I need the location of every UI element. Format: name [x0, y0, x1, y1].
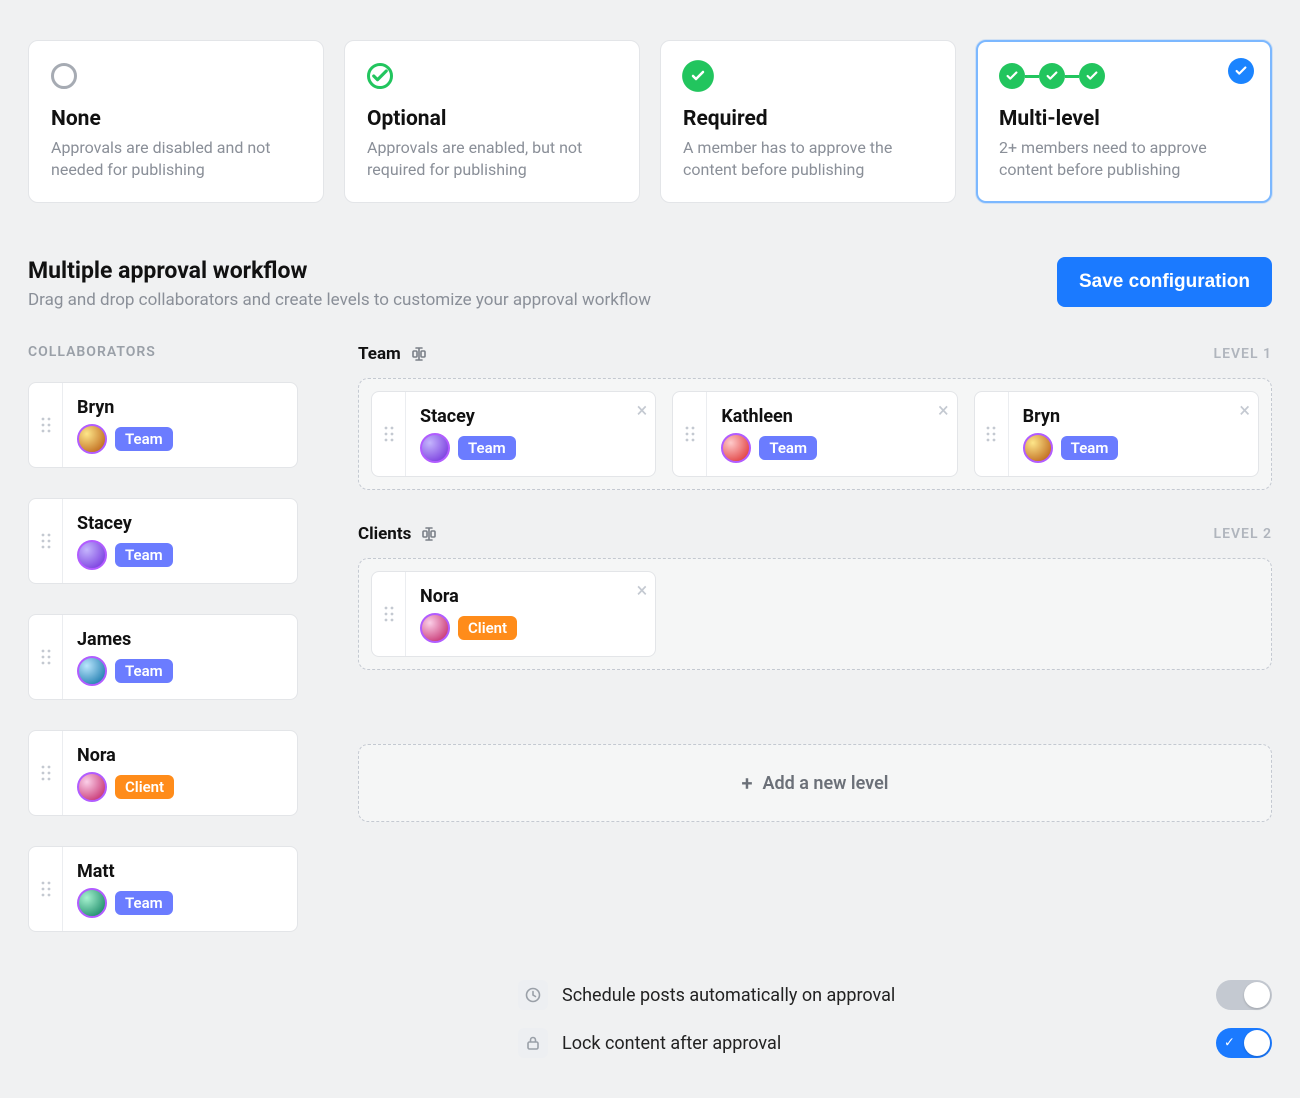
collaborator-name: Nora	[420, 586, 641, 607]
option-required[interactable]: Required A member has to approve the con…	[660, 40, 956, 203]
drag-handle-icon[interactable]	[29, 615, 63, 699]
option-optional[interactable]: Optional Approvals are enabled, but not …	[344, 40, 640, 203]
multi-check-icon	[999, 63, 1105, 89]
avatar	[77, 540, 107, 570]
collaborator-name: Stacey	[77, 513, 283, 534]
selected-check-icon	[1228, 58, 1254, 84]
close-icon[interactable]: ×	[938, 400, 949, 420]
save-button[interactable]: Save configuration	[1057, 257, 1272, 307]
drag-handle-icon[interactable]	[29, 383, 63, 467]
option-title: Required	[683, 107, 933, 131]
drag-handle-icon[interactable]	[29, 499, 63, 583]
level-tag: LEVEL 1	[1214, 346, 1273, 362]
option-title: None	[51, 107, 301, 131]
drag-handle-icon[interactable]	[372, 572, 406, 656]
collaborator-name: Nora	[77, 745, 283, 766]
collaborator-card[interactable]: James Team	[28, 614, 298, 700]
collaborator-name: Stacey	[420, 406, 641, 427]
collaborator-card[interactable]: ×Bryn Team	[974, 391, 1259, 477]
check-circle-icon	[367, 63, 393, 89]
switch-schedule[interactable]: ✕	[1216, 980, 1272, 1010]
collaborator-card[interactable]: ×Stacey Team	[371, 391, 656, 477]
level-dropzone[interactable]: ×Nora Client	[358, 558, 1272, 670]
collaborators-heading: COLLABORATORS	[28, 344, 298, 360]
collaborator-name: Kathleen	[721, 406, 942, 427]
option-none[interactable]: None Approvals are disabled and not need…	[28, 40, 324, 203]
close-icon[interactable]: ×	[637, 580, 648, 600]
close-icon[interactable]: ×	[1239, 400, 1250, 420]
option-desc: 2+ members need to approve content befor…	[999, 137, 1249, 180]
drag-handle-icon[interactable]	[975, 392, 1009, 476]
add-level-button[interactable]: + Add a new level	[358, 744, 1272, 822]
collaborator-card[interactable]: Stacey Team	[28, 498, 298, 584]
toggle-label: Schedule posts automatically on approval	[562, 985, 1216, 1006]
role-tag: Team	[115, 543, 173, 567]
option-title: Optional	[367, 107, 617, 131]
drag-handle-icon[interactable]	[29, 731, 63, 815]
level: Clients LEVEL 2 ×Nora Client	[358, 524, 1272, 670]
level-tag: LEVEL 2	[1214, 526, 1273, 542]
avatar	[77, 888, 107, 918]
collaborator-card[interactable]: ×Kathleen Team	[672, 391, 957, 477]
collaborator-name: Bryn	[1023, 406, 1244, 427]
collaborator-card[interactable]: Matt Team	[28, 846, 298, 932]
role-tag: Team	[115, 427, 173, 451]
level-dropzone[interactable]: ×StaceyTeam×KathleenTeam×BrynTeam	[358, 378, 1272, 490]
collaborator-card[interactable]: ×Nora Client	[371, 571, 656, 657]
add-level-label: Add a new level	[763, 773, 889, 794]
avatar	[1023, 433, 1053, 463]
rename-icon[interactable]	[421, 525, 437, 543]
plus-icon: +	[742, 771, 753, 795]
section-title: Multiple approval workflow	[28, 257, 651, 284]
toggle-lock: Lock content after approval ✓	[518, 1028, 1272, 1058]
collaborators-panel: COLLABORATORS Bryn Team Stacey Team James Tea…	[28, 344, 298, 932]
option-multilevel[interactable]: Multi-level 2+ members need to approve c…	[976, 40, 1272, 203]
option-title: Multi-level	[999, 107, 1249, 131]
empty-circle-icon	[51, 63, 77, 89]
role-tag: Team	[759, 436, 817, 460]
role-tag: Team	[115, 891, 173, 915]
close-icon[interactable]: ×	[637, 400, 648, 420]
option-desc: A member has to approve the content befo…	[683, 137, 933, 180]
avatar	[420, 433, 450, 463]
avatar	[420, 613, 450, 643]
avatar	[77, 656, 107, 686]
drag-handle-icon[interactable]	[673, 392, 707, 476]
section-subtitle: Drag and drop collaborators and create l…	[28, 290, 651, 310]
clock-icon	[518, 980, 548, 1010]
drag-handle-icon[interactable]	[372, 392, 406, 476]
collaborator-card[interactable]: Bryn Team	[28, 382, 298, 468]
role-tag: Client	[458, 616, 517, 640]
avatar	[77, 772, 107, 802]
switch-lock[interactable]: ✓	[1216, 1028, 1272, 1058]
option-desc: Approvals are enabled, but not required …	[367, 137, 617, 180]
section-header: Multiple approval workflow Drag and drop…	[28, 257, 1272, 310]
toggle-schedule: Schedule posts automatically on approval…	[518, 980, 1272, 1010]
level-name: Clients	[358, 524, 411, 544]
collaborator-name: Matt	[77, 861, 283, 882]
role-tag: Team	[1061, 436, 1119, 460]
avatar	[77, 424, 107, 454]
levels-panel: TeamLEVEL 1×StaceyTeam×KathleenTeam×Bryn…	[358, 344, 1272, 822]
role-tag: Team	[115, 659, 173, 683]
option-desc: Approvals are disabled and not needed fo…	[51, 137, 301, 180]
collaborator-name: Bryn	[77, 397, 283, 418]
check-icon: ✓	[1224, 1036, 1235, 1051]
seal-check-icon	[683, 61, 713, 91]
collaborator-name: James	[77, 629, 283, 650]
rename-icon[interactable]	[411, 345, 427, 363]
drag-handle-icon[interactable]	[29, 847, 63, 931]
collaborator-card[interactable]: Nora Client	[28, 730, 298, 816]
lock-icon	[518, 1028, 548, 1058]
role-tag: Team	[458, 436, 516, 460]
role-tag: Client	[115, 775, 174, 799]
settings-toggles: Schedule posts automatically on approval…	[28, 980, 1272, 1058]
avatar	[721, 433, 751, 463]
level: TeamLEVEL 1×StaceyTeam×KathleenTeam×Bryn…	[358, 344, 1272, 490]
level-name: Team	[358, 344, 401, 364]
approval-options: None Approvals are disabled and not need…	[28, 40, 1272, 203]
